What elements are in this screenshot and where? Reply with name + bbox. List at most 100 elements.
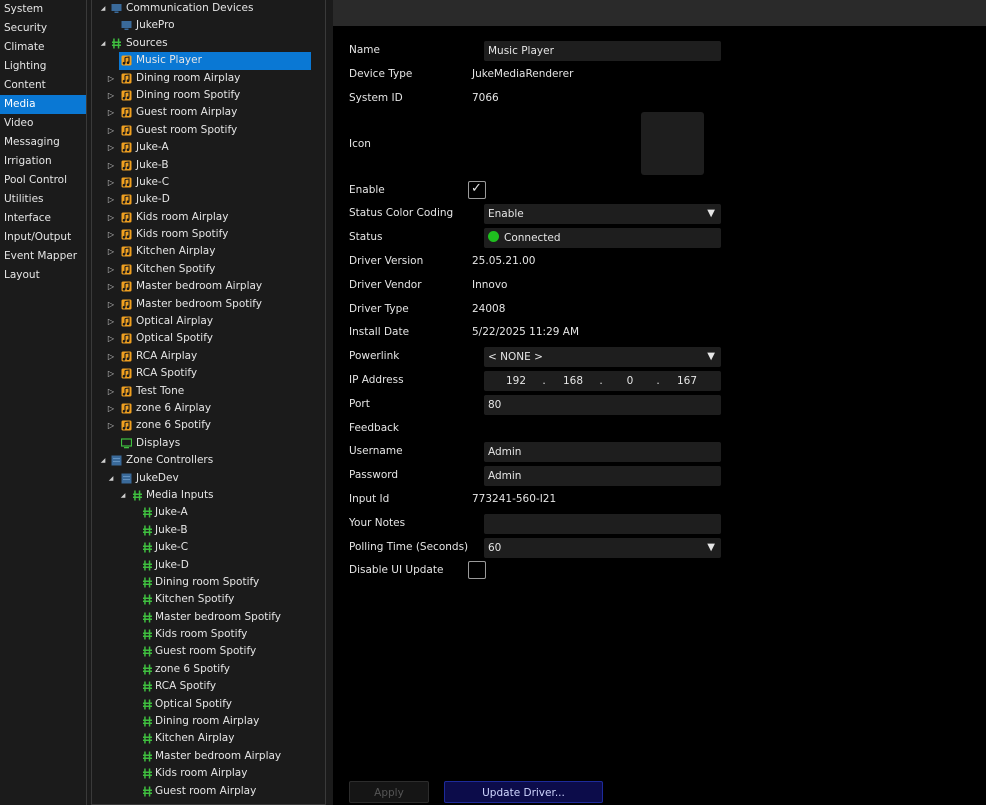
ip-address-input[interactable]: 192 . 168 . 0 . 167 [484,371,721,391]
collapse-arrow-icon[interactable]: ◢ [98,0,108,17]
tree-item-kids-room-airplay[interactable]: ▷ Kids room Airplay [92,209,325,226]
ip-octet-2[interactable]: 168 [553,371,593,391]
expand-arrow-icon[interactable]: ▷ [106,417,116,434]
name-input[interactable]: Music Player [484,41,721,61]
tree-item-optical-airplay[interactable]: ▷ Optical Airplay [92,313,325,330]
expand-arrow-icon[interactable]: ▷ [106,296,116,313]
ip-octet-4[interactable]: 167 [667,371,707,391]
tree-item-juke-c[interactable]: ▷ Juke-C [92,174,325,191]
port-input[interactable]: 80 [484,395,721,415]
tree-item-juke-c[interactable]: Juke-C [92,539,325,556]
tree-item-kitchen-airplay[interactable]: ▷ Kitchen Airplay [92,243,325,260]
polling-select[interactable]: 60 ▼ [484,538,721,558]
expand-arrow-icon[interactable]: ▷ [106,157,116,174]
tree-item-juke-d[interactable]: ▷ Juke-D [92,191,325,208]
nav-item-content[interactable]: Content [0,76,86,95]
device-icon-picker[interactable] [641,112,704,175]
tree-item-kitchen-airplay[interactable]: Kitchen Airplay [92,730,325,747]
tree-item-guest-room-airplay[interactable]: ▷ Guest room Airplay [92,104,325,121]
ip-octet-1[interactable]: 192 [496,371,536,391]
nav-item-utilities[interactable]: Utilities [0,190,86,209]
apply-button[interactable]: Apply [349,781,429,803]
tree-item-music-player[interactable]: Music Player [92,52,325,70]
tree-item-master-bedroom-spotify[interactable]: Master bedroom Spotify [92,609,325,626]
expand-arrow-icon[interactable]: ▷ [106,348,116,365]
nav-item-event-mapper[interactable]: Event Mapper [0,247,86,266]
tree-item-zone-controllers[interactable]: ◢ Zone Controllers [92,452,325,469]
expand-arrow-icon[interactable]: ▷ [106,70,116,87]
tree-item-jukepro[interactable]: JukePro [92,17,325,34]
nav-item-climate[interactable]: Climate [0,38,86,57]
expand-arrow-icon[interactable]: ▷ [106,365,116,382]
tree-item-displays[interactable]: Displays [92,435,325,452]
nav-item-media[interactable]: Media [0,95,86,114]
expand-arrow-icon[interactable]: ▷ [106,209,116,226]
tree-item-kitchen-spotify[interactable]: Kitchen Spotify [92,591,325,608]
tree-item-master-bedroom-airplay[interactable]: Master bedroom Airplay [92,748,325,765]
tree-item-zone-6-spotify[interactable]: ▷ zone 6 Spotify [92,417,325,434]
tree-item-master-bedroom-airplay[interactable]: ▷ Master bedroom Airplay [92,278,325,295]
update-driver-button[interactable]: Update Driver... [444,781,603,803]
nav-item-security[interactable]: Security [0,19,86,38]
expand-arrow-icon[interactable]: ▷ [106,313,116,330]
nav-item-input-output[interactable]: Input/Output [0,228,86,247]
expand-arrow-icon[interactable]: ▷ [106,191,116,208]
tree-item-kids-room-airplay[interactable]: Kids room Airplay [92,765,325,782]
tree-item-rca-spotify[interactable]: RCA Spotify [92,678,325,695]
tree-item-optical-spotify[interactable]: ▷ Optical Spotify [92,330,325,347]
tree-item-juke-d[interactable]: Juke-D [92,557,325,574]
tree-item-rca-spotify[interactable]: ▷ RCA Spotify [92,365,325,382]
tree-item-guest-room-spotify[interactable]: Guest room Spotify [92,643,325,660]
password-input[interactable]: Admin [484,466,721,486]
collapse-arrow-icon[interactable]: ◢ [106,470,116,487]
tree-item-test-tone[interactable]: ▷ Test Tone [92,383,325,400]
username-input[interactable]: Admin [484,442,721,462]
collapse-arrow-icon[interactable]: ◢ [98,452,108,469]
tree-item-juke-b[interactable]: Juke-B [92,522,325,539]
tree-item-sources[interactable]: ◢ Sources [92,35,325,52]
collapse-arrow-icon[interactable]: ◢ [98,35,108,52]
expand-arrow-icon[interactable]: ▷ [106,400,116,417]
collapse-arrow-icon[interactable]: ◢ [118,487,128,504]
tree-item-juke-a[interactable]: ▷ Juke-A [92,139,325,156]
tree-item-juke-b[interactable]: ▷ Juke-B [92,157,325,174]
tree-item-dining-room-spotify[interactable]: ▷ Dining room Spotify [92,87,325,104]
expand-arrow-icon[interactable]: ▷ [106,87,116,104]
disable-ui-checkbox[interactable] [468,561,486,579]
nav-item-interface[interactable]: Interface [0,209,86,228]
tree-item-dining-room-spotify[interactable]: Dining room Spotify [92,574,325,591]
tree-item-communication-devices[interactable]: ◢ Communication Devices [92,0,325,17]
tree-item-kids-room-spotify[interactable]: ▷ Kids room Spotify [92,226,325,243]
expand-arrow-icon[interactable]: ▷ [106,226,116,243]
nav-item-video[interactable]: Video [0,114,86,133]
status-color-select[interactable]: Enable ▼ [484,204,721,224]
tree-item-dining-room-airplay[interactable]: Dining room Airplay [92,713,325,730]
tree-item-juke-a[interactable]: Juke-A [92,504,325,521]
nav-item-system[interactable]: System [0,0,86,19]
tree-item-dining-room-airplay[interactable]: ▷ Dining room Airplay [92,70,325,87]
expand-arrow-icon[interactable]: ▷ [106,330,116,347]
expand-arrow-icon[interactable]: ▷ [106,383,116,400]
powerlink-select[interactable]: < NONE > ▼ [484,347,721,367]
expand-arrow-icon[interactable]: ▷ [106,139,116,156]
expand-arrow-icon[interactable]: ▷ [106,278,116,295]
tree-item-guest-room-airplay[interactable]: Guest room Airplay [92,783,325,800]
expand-arrow-icon[interactable]: ▷ [106,243,116,260]
tree-item-master-bedroom-spotify[interactable]: ▷ Master bedroom Spotify [92,296,325,313]
nav-item-layout[interactable]: Layout [0,266,86,285]
tree-item-optical-spotify[interactable]: Optical Spotify [92,696,325,713]
nav-item-irrigation[interactable]: Irrigation [0,152,86,171]
nav-item-pool-control[interactable]: Pool Control [0,171,86,190]
nav-item-messaging[interactable]: Messaging [0,133,86,152]
tree-item-jukedev[interactable]: ◢ JukeDev [92,470,325,487]
expand-arrow-icon[interactable]: ▷ [106,174,116,191]
expand-arrow-icon[interactable]: ▷ [106,104,116,121]
tree-item-guest-room-spotify[interactable]: ▷ Guest room Spotify [92,122,325,139]
tree-item-rca-airplay[interactable]: ▷ RCA Airplay [92,348,325,365]
nav-item-lighting[interactable]: Lighting [0,57,86,76]
enable-checkbox[interactable]: ✓ [468,181,486,199]
expand-arrow-icon[interactable]: ▷ [106,122,116,139]
notes-input[interactable] [484,514,721,534]
ip-octet-3[interactable]: 0 [610,371,650,391]
tree-item-kids-room-spotify[interactable]: Kids room Spotify [92,626,325,643]
